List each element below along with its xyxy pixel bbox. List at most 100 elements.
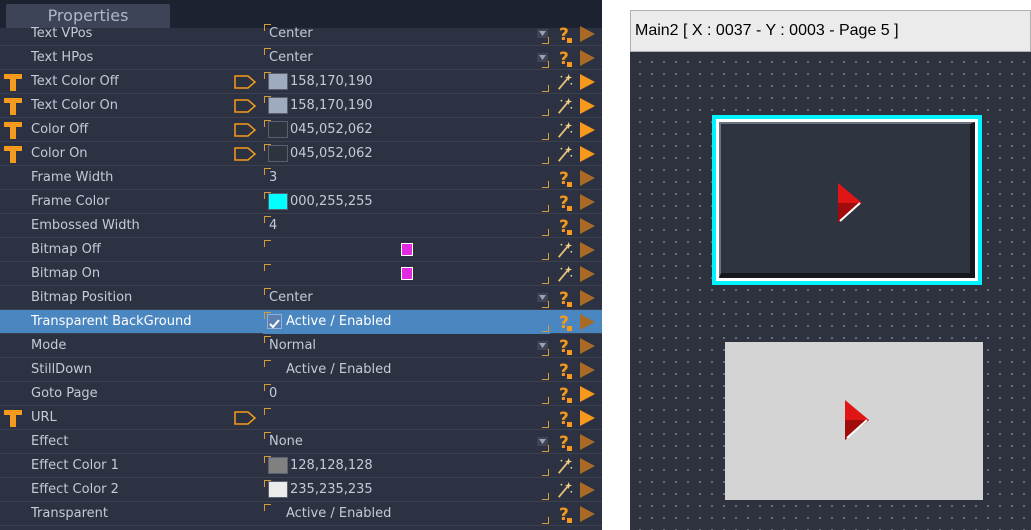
wand-icon[interactable]: [556, 480, 574, 500]
property-row[interactable]: Effect Color 1 128,128,128: [0, 454, 602, 478]
property-value-cell[interactable]: 158,170,190: [263, 70, 550, 94]
property-value-cell[interactable]: [263, 406, 550, 430]
property-value-cell[interactable]: 4: [263, 214, 550, 238]
property-value-cell[interactable]: 045,052,062: [263, 118, 550, 142]
link-tag-icon[interactable]: [234, 123, 256, 137]
wand-icon[interactable]: [556, 264, 574, 284]
wand-icon[interactable]: [556, 144, 574, 164]
property-value-cell[interactable]: Center: [263, 46, 550, 70]
property-row[interactable]: Text VPos Center?: [0, 22, 602, 46]
play-icon[interactable]: [578, 25, 596, 43]
property-value-cell[interactable]: 0: [263, 382, 550, 406]
color-swatch[interactable]: [268, 121, 288, 138]
play-icon[interactable]: [578, 49, 596, 67]
color-swatch[interactable]: [268, 73, 288, 90]
play-icon[interactable]: [578, 361, 596, 379]
play-icon[interactable]: [578, 241, 596, 259]
property-row[interactable]: Goto Page 0?: [0, 382, 602, 406]
property-value-cell[interactable]: [263, 238, 550, 262]
property-value-cell[interactable]: Center: [263, 22, 550, 46]
button-widget[interactable]: [725, 342, 983, 500]
chevron-down-icon[interactable]: [537, 293, 548, 302]
color-swatch[interactable]: [268, 97, 288, 114]
property-row[interactable]: Text Color On 158,170,190: [0, 94, 602, 118]
play-icon[interactable]: [578, 97, 596, 115]
color-swatch[interactable]: [268, 193, 288, 210]
question-icon[interactable]: ?: [556, 192, 574, 212]
question-icon[interactable]: ?: [556, 24, 574, 44]
checkbox[interactable]: [267, 314, 282, 329]
play-icon[interactable]: [578, 313, 596, 331]
property-value-cell[interactable]: Active / Enabled: [263, 358, 550, 382]
bitmap-picker-icon[interactable]: [401, 267, 413, 280]
play-icon[interactable]: [578, 289, 596, 307]
question-icon[interactable]: ?: [556, 288, 574, 308]
link-tag-icon[interactable]: [234, 411, 256, 425]
chevron-down-icon[interactable]: [537, 29, 548, 38]
property-row[interactable]: URL?: [0, 406, 602, 430]
play-icon[interactable]: [578, 409, 596, 427]
wand-icon[interactable]: [556, 96, 574, 116]
play-icon[interactable]: [578, 337, 596, 355]
play-icon[interactable]: [578, 265, 596, 283]
bitmap-picker-icon[interactable]: [401, 243, 413, 256]
color-swatch[interactable]: [268, 145, 288, 162]
play-icon[interactable]: [578, 193, 596, 211]
property-row[interactable]: StillDown Active / Enabled?: [0, 358, 602, 382]
question-icon[interactable]: ?: [556, 312, 574, 332]
link-tag-icon[interactable]: [234, 99, 256, 113]
property-value-cell[interactable]: Center: [263, 286, 550, 310]
question-icon[interactable]: ?: [556, 48, 574, 68]
play-icon[interactable]: [578, 169, 596, 187]
property-row[interactable]: Transparent BackGround Active / Enabled?: [0, 310, 602, 334]
link-tag-icon[interactable]: [234, 75, 256, 89]
property-row[interactable]: Color On 045,052,062: [0, 142, 602, 166]
wand-icon[interactable]: [556, 456, 574, 476]
property-value-cell[interactable]: 045,052,062: [263, 142, 550, 166]
question-icon[interactable]: ?: [556, 504, 574, 524]
play-icon[interactable]: [578, 385, 596, 403]
property-row[interactable]: Effect Color 2 235,235,235: [0, 478, 602, 502]
property-row[interactable]: Bitmap Off: [0, 238, 602, 262]
property-value-cell[interactable]: 3: [263, 166, 550, 190]
question-icon[interactable]: ?: [556, 432, 574, 452]
wand-icon[interactable]: [556, 72, 574, 92]
property-row[interactable]: Text HPos Center?: [0, 46, 602, 70]
property-value-cell[interactable]: None: [263, 430, 550, 454]
property-row[interactable]: Effect None?: [0, 430, 602, 454]
question-icon[interactable]: ?: [556, 336, 574, 356]
checkbox[interactable]: [267, 362, 282, 377]
chevron-down-icon[interactable]: [537, 341, 548, 350]
play-icon[interactable]: [578, 145, 596, 163]
question-icon[interactable]: ?: [556, 384, 574, 404]
play-icon[interactable]: [578, 457, 596, 475]
property-value-cell[interactable]: [263, 262, 550, 286]
play-icon[interactable]: [578, 73, 596, 91]
play-icon[interactable]: [578, 121, 596, 139]
play-icon[interactable]: [578, 481, 596, 499]
property-value-cell[interactable]: Active / Enabled: [263, 502, 550, 526]
property-row[interactable]: Bitmap Position Center?: [0, 286, 602, 310]
property-row[interactable]: Frame Color 000,255,255?: [0, 190, 602, 214]
question-icon[interactable]: ?: [556, 360, 574, 380]
link-tag-icon[interactable]: [234, 147, 256, 161]
play-icon[interactable]: [578, 505, 596, 523]
property-value-cell[interactable]: 000,255,255: [263, 190, 550, 214]
property-row[interactable]: Mode Normal?: [0, 334, 602, 358]
property-row[interactable]: Transparent Active / Enabled?: [0, 502, 602, 526]
design-canvas[interactable]: [630, 52, 1031, 530]
checkbox[interactable]: [267, 506, 282, 521]
property-row[interactable]: Color Off 045,052,062: [0, 118, 602, 142]
question-icon[interactable]: ?: [556, 216, 574, 236]
wand-icon[interactable]: [556, 240, 574, 260]
property-value-cell[interactable]: Normal: [263, 334, 550, 358]
chevron-down-icon[interactable]: [537, 53, 548, 62]
wand-icon[interactable]: [556, 120, 574, 140]
property-row[interactable]: Frame Width 3?: [0, 166, 602, 190]
color-swatch[interactable]: [268, 481, 288, 498]
property-row[interactable]: Bitmap On: [0, 262, 602, 286]
question-icon[interactable]: ?: [556, 408, 574, 428]
property-value-cell[interactable]: 235,235,235: [263, 478, 550, 502]
property-row[interactable]: Embossed Width 4?: [0, 214, 602, 238]
play-icon[interactable]: [578, 433, 596, 451]
